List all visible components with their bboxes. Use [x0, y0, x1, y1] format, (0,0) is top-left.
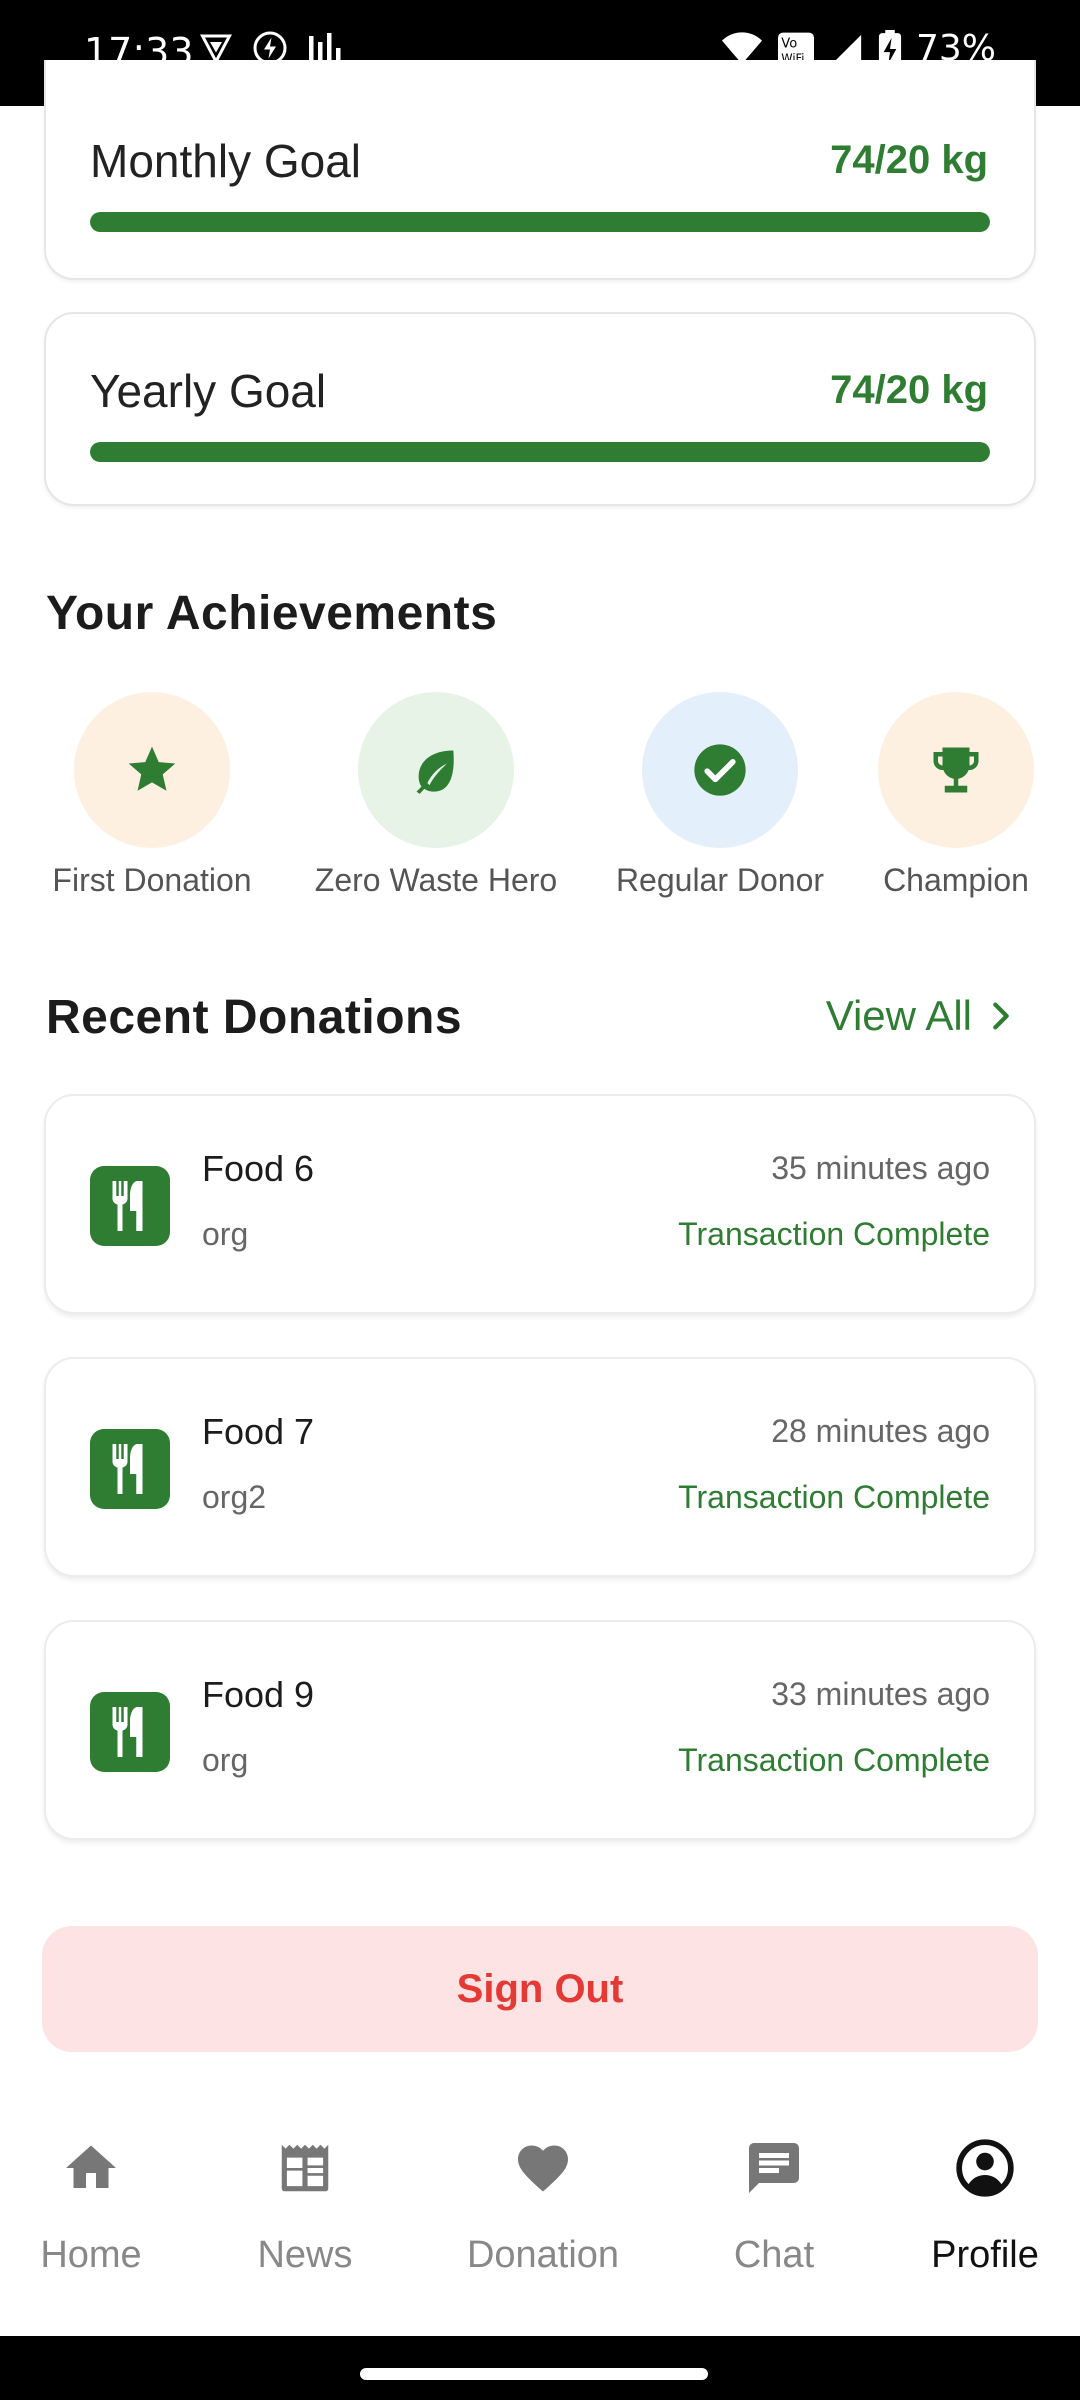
chat-icon	[749, 2143, 799, 2193]
nav-label: Donation	[466, 2234, 620, 2276]
check-circle-icon	[694, 744, 746, 796]
chevron-right-icon	[993, 1002, 1009, 1030]
goal-progress-bar	[90, 212, 990, 232]
achievement-champion[interactable]: Champion	[826, 692, 1080, 899]
donation-org: org	[202, 1216, 249, 1252]
donation-time: 35 minutes ago	[771, 1150, 990, 1186]
goal-value: 74/20 kg	[830, 138, 988, 182]
achievement-badge	[74, 692, 230, 848]
donation-org: org2	[202, 1479, 267, 1515]
nav-label: News	[257, 2234, 353, 2276]
heart-icon	[518, 2145, 568, 2192]
svg-text:Vo: Vo	[781, 36, 797, 51]
sign-out-button[interactable]: Sign Out	[42, 1926, 1038, 2052]
system-nav-bar	[0, 2336, 1080, 2400]
donation-card[interactable]: Food 6 org 35 minutes ago Transaction Co…	[44, 1094, 1036, 1314]
achievement-label: Champion	[883, 862, 1029, 898]
restaurant-icon	[90, 1429, 170, 1509]
donation-status: Transaction Complete	[678, 1742, 990, 1778]
nav-label: Profile	[931, 2234, 1039, 2276]
news-icon	[281, 2144, 329, 2192]
donation-status: Transaction Complete	[678, 1479, 990, 1515]
goal-progress-fill	[90, 442, 990, 462]
achievement-regular-donor[interactable]: Regular Donor	[590, 692, 850, 899]
bottom-nav: Home News Donation Chat Profile	[0, 2100, 1080, 2336]
nav-label: Chat	[733, 2234, 815, 2276]
achievement-label: Zero Waste Hero	[314, 862, 558, 898]
nav-label: Home	[40, 2234, 142, 2276]
achievement-badge	[878, 692, 1034, 848]
view-all-link[interactable]: View All	[826, 992, 1018, 1040]
achievement-zero-waste-hero[interactable]: Zero Waste Hero	[306, 692, 566, 899]
donation-time: 33 minutes ago	[771, 1676, 990, 1712]
goal-progress-fill	[90, 212, 990, 232]
nav-item-donation[interactable]: Donation	[443, 2136, 643, 2277]
goal-value: 74/20 kg	[830, 368, 988, 412]
goal-label: Yearly Goal	[90, 365, 327, 417]
goal-label: Monthly Goal	[90, 135, 362, 187]
achievement-label: Regular Donor	[615, 862, 825, 898]
achievement-badge	[358, 692, 514, 848]
achievement-badge	[642, 692, 798, 848]
donation-card[interactable]: Food 7 org2 28 minutes ago Transaction C…	[44, 1357, 1036, 1577]
nav-item-profile[interactable]: Profile	[885, 2136, 1080, 2277]
nav-item-news[interactable]: News	[205, 2136, 405, 2277]
donation-name: Food 7	[202, 1411, 315, 1452]
nav-item-home[interactable]: Home	[0, 2136, 191, 2277]
achievement-first-donation[interactable]: First Donation	[22, 692, 282, 899]
donation-card[interactable]: Food 9 org 33 minutes ago Transaction Co…	[44, 1620, 1036, 1840]
yearly-goal-card: Yearly Goal 74/20 kg	[44, 312, 1036, 506]
recent-donations-title: Recent Donations	[46, 991, 463, 1044]
achievement-label: First Donation	[52, 862, 252, 898]
donation-name: Food 6	[202, 1148, 315, 1189]
star-icon	[128, 746, 176, 791]
donation-status: Transaction Complete	[678, 1216, 990, 1252]
donation-org: org	[202, 1742, 249, 1778]
goal-progress-bar	[90, 442, 990, 462]
achievements-title: Your Achievements	[46, 587, 498, 640]
home-icon	[66, 2145, 116, 2188]
trophy-icon	[933, 747, 979, 793]
account-circle-icon	[956, 2139, 1014, 2197]
view-all-label: View All	[825, 992, 972, 1039]
leaf-icon	[416, 750, 454, 794]
monthly-goal-card: Monthly Goal 74/20 kg	[44, 60, 1036, 280]
restaurant-icon	[90, 1166, 170, 1246]
restaurant-icon	[90, 1692, 170, 1772]
nav-item-chat[interactable]: Chat	[674, 2136, 874, 2277]
home-gesture-handle[interactable]	[360, 2368, 708, 2380]
donation-time: 28 minutes ago	[771, 1413, 990, 1449]
donation-name: Food 9	[202, 1674, 315, 1715]
